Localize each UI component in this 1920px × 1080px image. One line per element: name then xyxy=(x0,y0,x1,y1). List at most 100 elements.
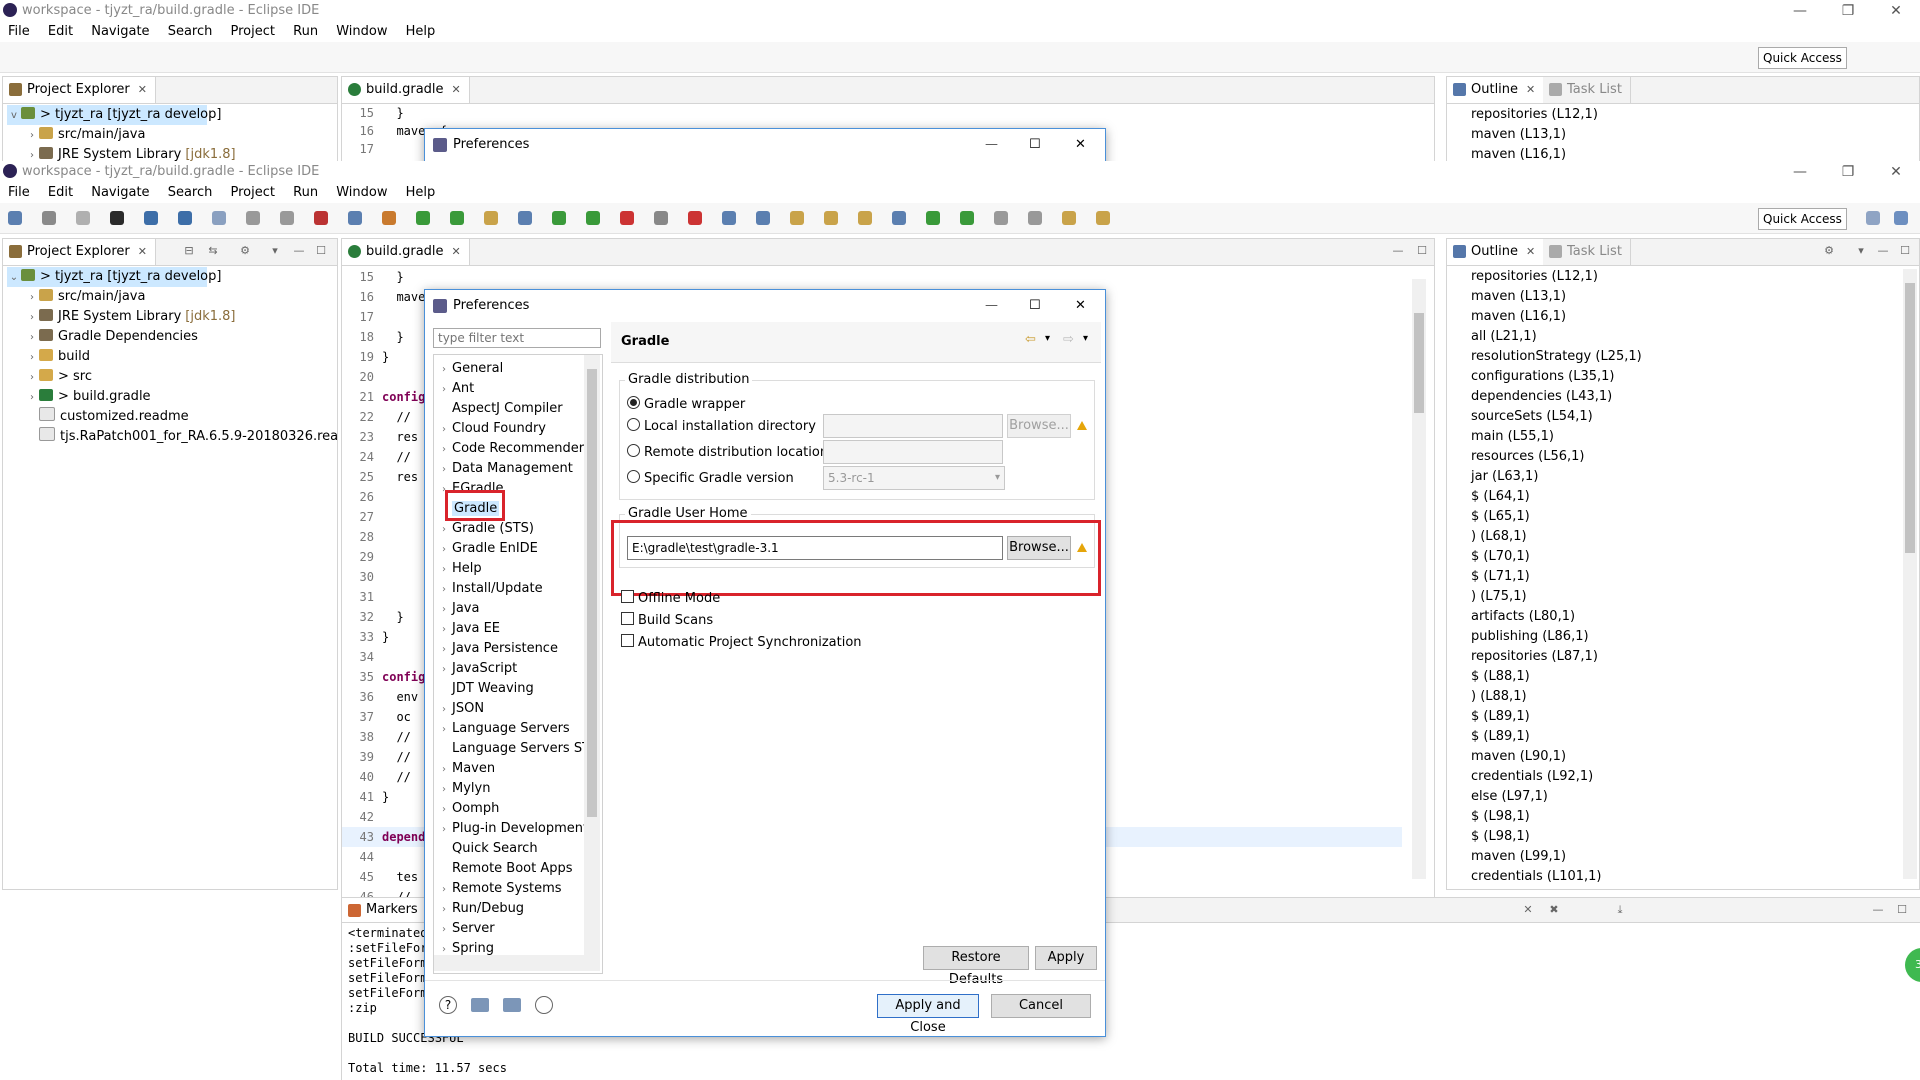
tab-build-gradle[interactable]: build.gradle ✕ xyxy=(342,77,470,103)
tab-outline[interactable]: Outline ✕ xyxy=(1447,77,1545,103)
toolbar-button-icon[interactable] xyxy=(1062,211,1076,225)
minimize-icon[interactable]: — xyxy=(985,290,998,322)
menu-file[interactable]: File xyxy=(8,24,30,39)
restore-icon[interactable]: ❐ xyxy=(1828,0,1868,22)
expand-arrow-icon[interactable]: › xyxy=(436,700,452,720)
tree-item[interactable]: › Gradle Dependencies xyxy=(25,327,198,347)
minimize-icon[interactable]: — xyxy=(1780,0,1820,22)
preference-tree-item[interactable]: › Plug-in Development xyxy=(436,819,588,839)
view-menu-icon[interactable]: ▾ xyxy=(1855,245,1867,257)
minimize-icon[interactable]: — xyxy=(985,129,998,161)
preference-tree-item[interactable]: › Data Management xyxy=(436,459,573,479)
outline-item[interactable]: maven (L13,1) xyxy=(1471,287,1566,307)
tab-markers[interactable]: Markers xyxy=(342,898,427,922)
expand-arrow-icon[interactable]: › xyxy=(436,660,452,680)
preference-tree-item[interactable]: › Cloud Foundry xyxy=(436,419,546,439)
import-icon[interactable] xyxy=(471,998,489,1012)
toolbar-button-icon[interactable] xyxy=(654,211,668,225)
tab-build-gradle[interactable]: build.gradle ✕ xyxy=(342,239,470,265)
outline-item[interactable]: $ (L64,1) xyxy=(1471,487,1530,507)
preference-tree-item[interactable]: › Mylyn xyxy=(436,779,490,799)
outline-item[interactable]: maven (L90,1) xyxy=(1471,747,1566,767)
expand-arrow-icon[interactable]: › xyxy=(436,380,452,400)
close-icon[interactable]: ✕ xyxy=(1876,161,1916,183)
back-dropdown-icon[interactable]: ▾ xyxy=(1045,333,1050,344)
restore-icon[interactable]: ❐ xyxy=(1828,161,1868,183)
preference-tree-item[interactable]: Quick Search xyxy=(436,839,538,859)
minimize-view-icon[interactable]: — xyxy=(1872,904,1884,916)
preference-tree-item[interactable]: › Remote Systems xyxy=(436,879,562,899)
close-tab-icon[interactable]: ✕ xyxy=(452,245,461,258)
toolbar-button-icon[interactable] xyxy=(212,211,226,225)
auto-sync-checkbox[interactable]: Automatic Project Synchronization xyxy=(621,634,862,650)
editor-scrollbar[interactable] xyxy=(1412,279,1426,879)
scroll-lock-icon[interactable]: ⤓ xyxy=(1614,904,1626,916)
radio-local-install[interactable]: Local installation directory xyxy=(627,418,816,434)
expand-arrow-icon[interactable]: › xyxy=(436,600,452,620)
tree-item[interactable]: › > src xyxy=(25,367,92,387)
quick-access-field[interactable]: Quick Access xyxy=(1758,47,1847,69)
expand-arrow-icon[interactable]: › xyxy=(25,348,39,368)
tree-item[interactable]: › build xyxy=(25,347,90,367)
outline-item[interactable]: $ (L98,1) xyxy=(1471,807,1530,827)
toolbar-button-icon[interactable] xyxy=(450,211,464,225)
preference-tree-item[interactable]: › Java xyxy=(436,599,479,619)
expand-arrow-icon[interactable]: › xyxy=(436,780,452,800)
preference-tree-item[interactable]: › JSON xyxy=(436,699,484,719)
outline-item[interactable]: maven (L13,1) xyxy=(1471,125,1566,145)
toolbar-button-icon[interactable] xyxy=(620,211,634,225)
open-perspective-icon[interactable] xyxy=(1866,211,1880,225)
preference-tree-item[interactable]: › Java Persistence xyxy=(436,639,558,659)
forward-nav-icon[interactable]: ⇨ xyxy=(1063,332,1074,347)
tree-item[interactable]: tjs.RaPatch001_for_RA.6.5.9-20180326.rea… xyxy=(25,427,337,447)
outline-item[interactable]: credentials (L101,1) xyxy=(1471,867,1602,887)
expand-arrow-icon[interactable]: › xyxy=(25,368,39,388)
restore-defaults-button[interactable]: Restore Defaults xyxy=(923,946,1029,987)
expand-arrow-icon[interactable]: › xyxy=(436,640,452,660)
toolbar-button-icon[interactable] xyxy=(144,211,158,225)
toolbar-button-icon[interactable] xyxy=(42,211,56,225)
menu-edit[interactable]: Edit xyxy=(48,185,73,200)
minimize-view-icon[interactable]: — xyxy=(1392,245,1404,257)
expand-arrow-icon[interactable]: › xyxy=(436,920,452,940)
menu-help[interactable]: Help xyxy=(406,24,436,39)
toolbar-button-icon[interactable] xyxy=(348,211,362,225)
outline-item[interactable]: repositories (L87,1) xyxy=(1471,647,1598,667)
tab-task-list[interactable]: Task List xyxy=(1543,77,1631,103)
expand-arrow-icon[interactable]: › xyxy=(436,580,452,600)
expand-arrow-icon[interactable]: › xyxy=(436,440,452,460)
expand-arrow-icon[interactable]: › xyxy=(436,560,452,580)
menu-run[interactable]: Run xyxy=(293,24,318,39)
expand-arrow-icon[interactable]: › xyxy=(436,900,452,920)
toolbar-button-icon[interactable] xyxy=(1096,211,1110,225)
menu-help[interactable]: Help xyxy=(406,185,436,200)
menu-search[interactable]: Search xyxy=(168,185,213,200)
tree-item[interactable]: › > build.gradle xyxy=(25,387,151,407)
outline-item[interactable]: $ (L71,1) xyxy=(1471,567,1530,587)
radio-specific-version[interactable]: Specific Gradle version xyxy=(627,470,794,486)
tree-item[interactable]: › src/main/java xyxy=(25,287,145,307)
outline-item[interactable]: $ (L89,1) xyxy=(1471,707,1530,727)
toolbar-button-icon[interactable] xyxy=(756,211,770,225)
close-tab-icon[interactable]: ✕ xyxy=(138,83,147,96)
expand-arrow-icon[interactable]: ⌄ xyxy=(7,268,21,288)
quick-access-field[interactable]: Quick Access xyxy=(1758,208,1847,230)
back-nav-icon[interactable]: ⇦ xyxy=(1025,332,1036,347)
record-icon[interactable] xyxy=(535,996,553,1014)
maximize-view-icon[interactable]: ☐ xyxy=(1899,245,1911,257)
tree-item[interactable]: customized.readme xyxy=(25,407,189,427)
menu-navigate[interactable]: Navigate xyxy=(91,185,149,200)
outline-item[interactable]: ) (L68,1) xyxy=(1471,527,1527,547)
cancel-button[interactable]: Cancel xyxy=(991,994,1091,1018)
close-icon[interactable]: ✕ xyxy=(1075,290,1086,322)
toolbar-button-icon[interactable] xyxy=(688,211,702,225)
scroll-thumb[interactable] xyxy=(1414,313,1424,413)
expand-arrow-icon[interactable]: › xyxy=(436,420,452,440)
expand-arrow-icon[interactable]: › xyxy=(436,880,452,900)
preference-tree-item[interactable]: › Maven xyxy=(436,759,495,779)
preference-tree-item[interactable]: › JavaScript xyxy=(436,659,517,679)
toolbar-button-icon[interactable] xyxy=(416,211,430,225)
toolbar-button-icon[interactable] xyxy=(1028,211,1042,225)
notification-badge[interactable]: 35 xyxy=(1905,948,1920,982)
maximize-view-icon[interactable]: ☐ xyxy=(315,245,327,257)
